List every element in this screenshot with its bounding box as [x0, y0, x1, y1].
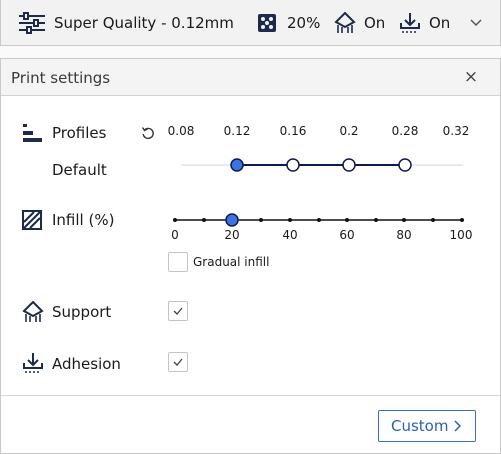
adhesion-value: On [429, 14, 451, 32]
infill-tick-label: 100 [449, 228, 473, 242]
gradual-infill-checkbox[interactable] [168, 252, 188, 272]
infill-tick-labels: 0 20 40 60 80 100 [1, 225, 500, 245]
infill-value: 20% [287, 14, 321, 32]
profile-selector[interactable]: Super Quality - 0.12mm [18, 0, 234, 46]
layer-height-label: 0.16 [279, 124, 307, 138]
layer-height-option[interactable] [342, 158, 356, 172]
infill-tick-label: 80 [396, 228, 412, 242]
infill-summary[interactable]: 20% [257, 0, 320, 46]
adhesion-label: Adhesion [52, 355, 121, 373]
expand-toggle[interactable] [470, 0, 482, 46]
adhesion-icon [22, 352, 44, 378]
gradual-infill-label: Gradual infill [193, 255, 270, 269]
print-settings-panel: Print settings × Profiles Default 0.08 0… [0, 58, 501, 454]
infill-tick-label: 40 [282, 228, 298, 242]
custom-button[interactable]: Custom [378, 410, 476, 442]
layer-height-slider[interactable] [171, 153, 471, 177]
infill-icon [257, 13, 277, 33]
adhesion-summary[interactable]: On [399, 0, 450, 46]
checkmark-icon [173, 307, 183, 315]
profile-name: Default [52, 161, 107, 179]
footer-divider [1, 395, 500, 396]
layer-height-label: 0.28 [391, 124, 419, 138]
layer-height-label: 0.08 [167, 124, 195, 138]
support-summary[interactable]: On [334, 0, 385, 46]
infill-tick-label: 60 [339, 228, 355, 242]
panel-header: Print settings × [1, 59, 500, 96]
sliders-icon [18, 11, 46, 35]
infill-tick-label: 0 [171, 228, 179, 242]
support-icon [334, 12, 356, 34]
chevron-down-icon [470, 19, 482, 27]
top-toolbar[interactable]: Super Quality - 0.12mm 20% On On [0, 0, 501, 46]
close-button[interactable]: × [461, 67, 481, 87]
custom-button-label: Custom [391, 417, 449, 435]
support-checkbox[interactable] [168, 301, 188, 321]
profile-label: Super Quality - 0.12mm [54, 14, 234, 32]
panel-title: Print settings [11, 69, 111, 87]
layer-height-option[interactable] [286, 158, 300, 172]
layer-height-labels: 0.08 0.12 0.16 0.2 0.28 0.32 [1, 119, 500, 139]
checkmark-icon [173, 358, 183, 366]
adhesion-checkbox[interactable] [168, 352, 188, 372]
chevron-right-icon [453, 418, 462, 436]
support-icon [22, 300, 44, 327]
layer-height-label: 0.2 [339, 124, 359, 138]
layer-height-label: 0.32 [442, 124, 470, 138]
layer-height-label: 0.12 [223, 124, 251, 138]
selected-layer-height-handle[interactable] [230, 158, 244, 172]
adhesion-icon [399, 12, 421, 34]
infill-tick-label: 20 [224, 228, 240, 242]
support-value: On [364, 14, 386, 32]
support-label: Support [52, 303, 112, 321]
layer-height-option[interactable] [398, 158, 412, 172]
